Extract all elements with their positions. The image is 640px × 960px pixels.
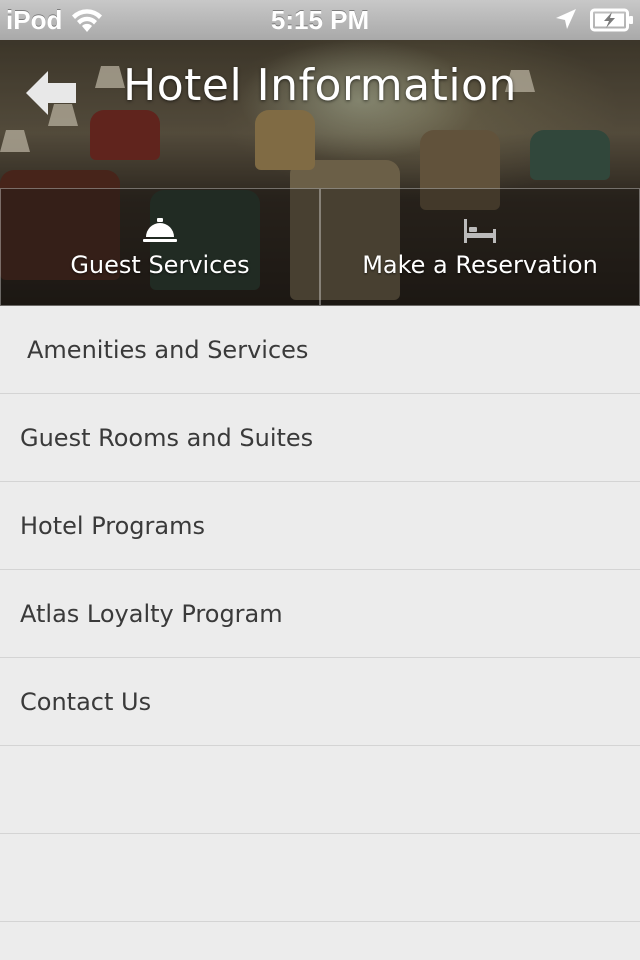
menu-item-contact-us[interactable]: Contact Us — [0, 658, 640, 746]
bed-icon — [464, 219, 496, 243]
status-time: 5:15 PM — [270, 5, 370, 35]
make-reservation-button[interactable]: Make a Reservation — [320, 188, 640, 306]
menu-item-empty — [0, 834, 640, 922]
service-bell-icon — [143, 218, 177, 242]
menu-item-label: Amenities and Services — [27, 335, 309, 364]
status-bar: iPod 5:15 PM — [0, 0, 640, 40]
guest-services-label: Guest Services — [70, 251, 250, 279]
menu-item-amenities[interactable]: Amenities and Services — [0, 306, 640, 394]
hotel-info-menu: Amenities and Services Guest Rooms and S… — [0, 306, 640, 922]
make-reservation-label: Make a Reservation — [362, 251, 598, 279]
menu-item-empty — [0, 746, 640, 834]
location-arrow-icon — [556, 9, 576, 29]
menu-item-label: Guest Rooms and Suites — [20, 423, 314, 452]
menu-item-label: Hotel Programs — [20, 511, 205, 540]
battery-icon — [590, 8, 633, 32]
menu-item-hotel-programs[interactable]: Hotel Programs — [0, 482, 640, 570]
menu-item-label: Contact Us — [20, 687, 152, 716]
menu-item-guest-rooms[interactable]: Guest Rooms and Suites — [0, 394, 640, 482]
page-title: Hotel Information — [123, 60, 517, 111]
menu-item-loyalty-program[interactable]: Atlas Loyalty Program — [0, 570, 640, 658]
guest-services-button[interactable]: Guest Services — [0, 188, 320, 306]
header-hero: Hotel Information Guest Services Make a … — [0, 40, 640, 306]
menu-item-label: Atlas Loyalty Program — [20, 599, 283, 628]
quick-actions: Guest Services Make a Reservation — [0, 188, 640, 306]
